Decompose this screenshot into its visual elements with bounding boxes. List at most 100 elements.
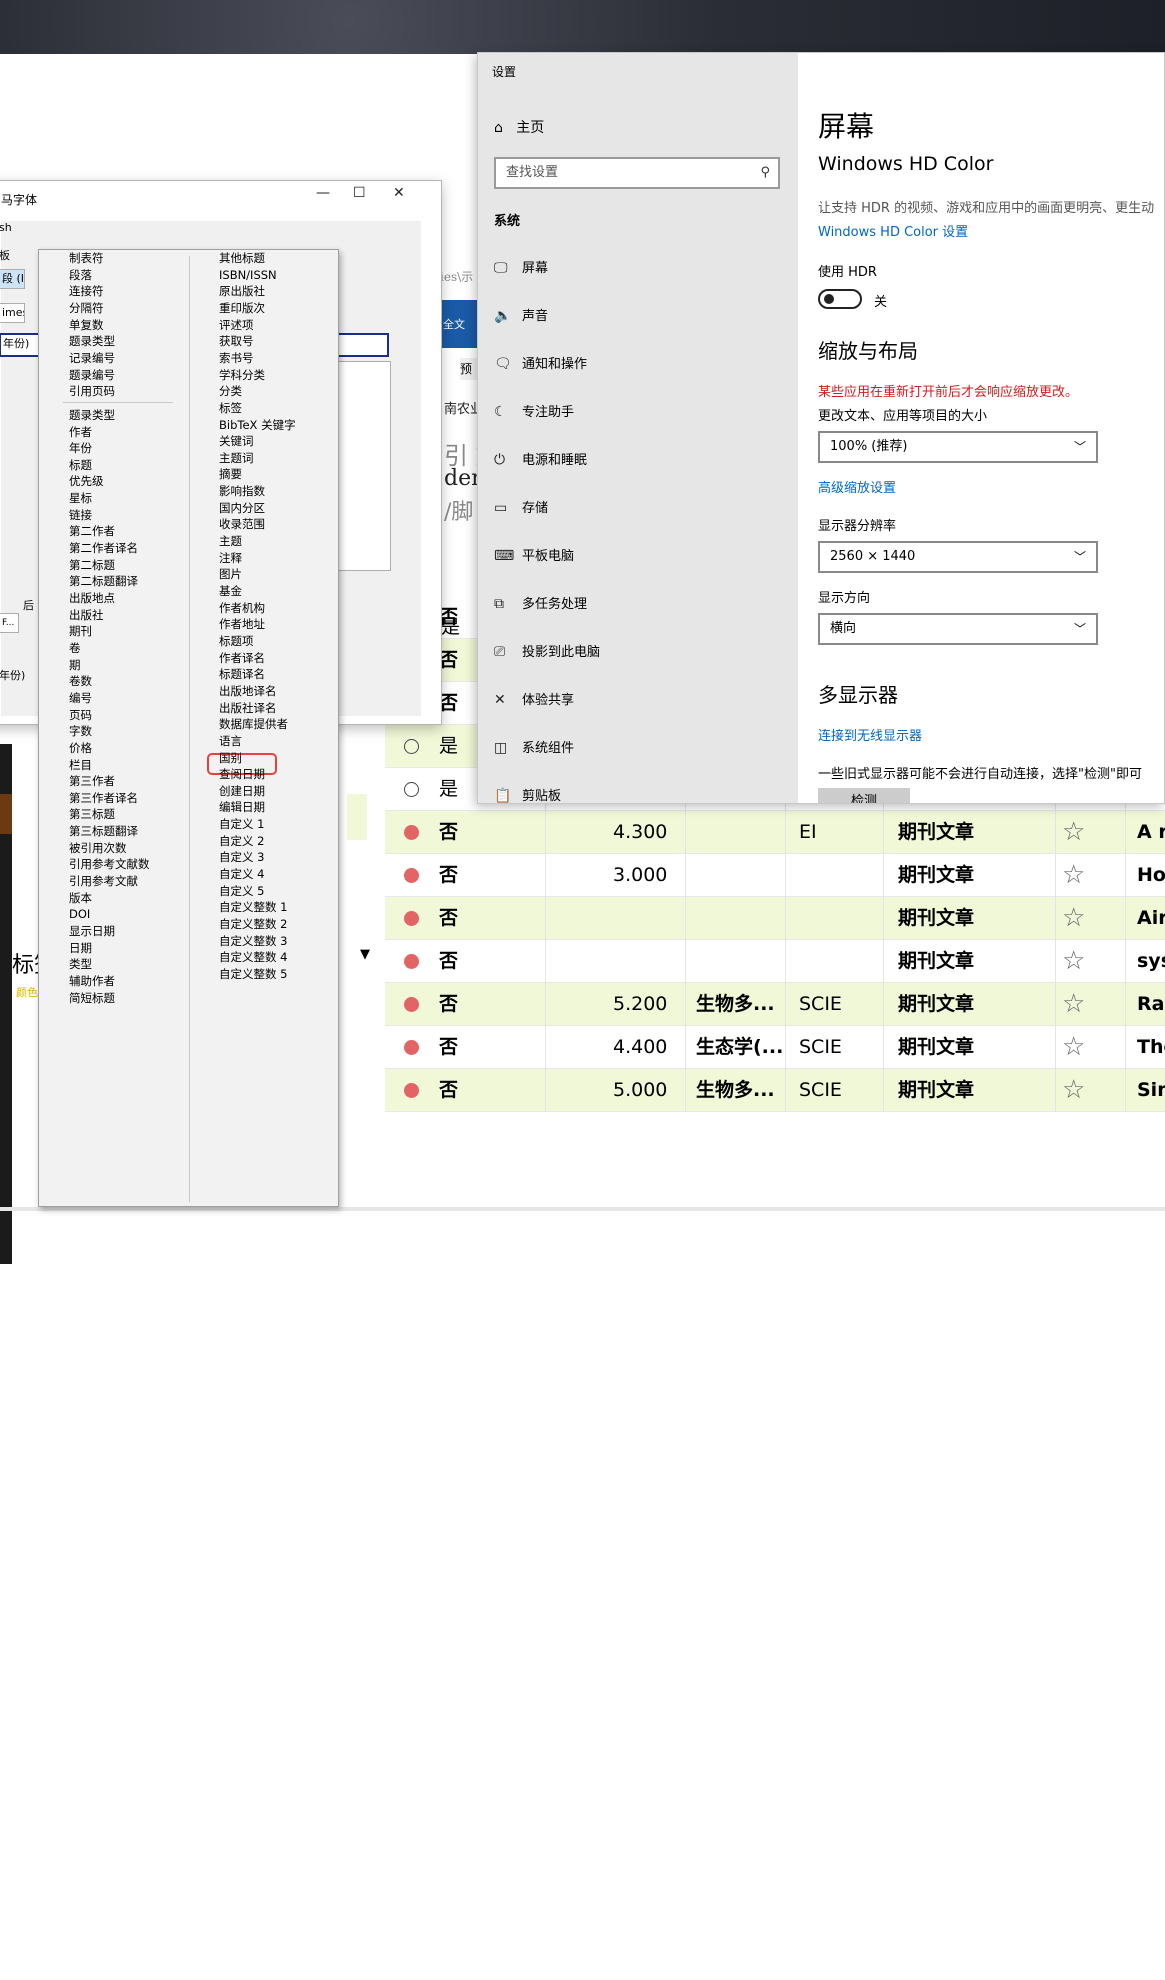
selected-item[interactable]: 段 (I): [0, 269, 25, 289]
field-option[interactable]: 栏目: [69, 758, 92, 772]
field-option[interactable]: 第二作者译名: [69, 541, 138, 555]
fulltext-button[interactable]: 全文: [440, 300, 480, 348]
field-option[interactable]: 评述项: [219, 318, 254, 332]
field-option[interactable]: 期刊: [69, 624, 92, 638]
field-option[interactable]: 自定义整数 2: [219, 917, 287, 931]
field-option[interactable]: 类型: [69, 957, 92, 971]
field-option[interactable]: 卷: [69, 641, 81, 655]
nav-item-storage[interactable]: ▭ 存储: [494, 497, 548, 519]
field-option[interactable]: 作者译名: [219, 651, 265, 665]
field-option[interactable]: 期: [69, 658, 81, 672]
nav-item-moon[interactable]: ☾ 专注助手: [494, 401, 574, 423]
field-option[interactable]: 收录范围: [219, 517, 265, 531]
field-option[interactable]: 原出版社: [219, 284, 265, 298]
nav-item-speaker[interactable]: 🔈 声音: [494, 305, 548, 327]
field-option[interactable]: 自定义 5: [219, 884, 264, 898]
field-option[interactable]: 单复数: [69, 318, 104, 332]
field-option[interactable]: 主题: [219, 534, 242, 548]
field-option[interactable]: 第三作者: [69, 774, 115, 788]
nav-item-tablet[interactable]: ⌨ 平板电脑: [494, 545, 574, 567]
field-option[interactable]: 标签: [219, 401, 242, 415]
field-option[interactable]: 出版社译名: [219, 701, 277, 715]
f-button[interactable]: F...: [0, 613, 19, 633]
scale-select[interactable]: 100% (推荐) ﹀: [818, 431, 1098, 463]
field-option[interactable]: 分类: [219, 384, 242, 398]
field-option[interactable]: 标题: [69, 458, 92, 472]
field-option[interactable]: DOI: [69, 907, 90, 921]
field-option[interactable]: 作者地址: [219, 617, 265, 631]
nav-item-share[interactable]: ✕ 体验共享: [494, 689, 574, 711]
table-row[interactable]: 否 4.400 生态学(... SCIE 期刊文章 The ☆: [385, 1026, 1165, 1069]
star-icon[interactable]: ☆: [1062, 948, 1085, 974]
nav-item-clipboard[interactable]: 📋 剪贴板: [494, 785, 561, 803]
field-option[interactable]: 简短标题: [69, 991, 115, 1005]
maximize-icon[interactable]: ☐: [353, 185, 366, 201]
tab-label[interactable]: sh: [0, 221, 12, 234]
field-option[interactable]: 编号: [69, 691, 92, 705]
field-option[interactable]: 优先级: [69, 474, 104, 488]
star-icon[interactable]: ☆: [1062, 1034, 1085, 1060]
field-option[interactable]: 引用参考文献: [69, 874, 138, 888]
nav-item-power[interactable]: ⏻ 电源和睡眠: [494, 449, 587, 471]
field-option[interactable]: 日期: [69, 941, 92, 955]
nav-item-notification[interactable]: 🗨 通知和操作: [494, 353, 587, 375]
field-option[interactable]: 自定义整数 1: [219, 900, 287, 914]
field-option[interactable]: 引用页码: [69, 384, 115, 398]
advanced-scaling-link[interactable]: 高级缩放设置: [818, 477, 896, 496]
nav-item-project[interactable]: ⎚ 投影到此电脑: [494, 641, 600, 663]
field-option[interactable]: 记录编号: [69, 351, 115, 365]
field-option[interactable]: 自定义 4: [219, 867, 264, 881]
field-option[interactable]: 第二标题: [69, 558, 115, 572]
field-option[interactable]: 卷数: [69, 674, 92, 688]
field-option[interactable]: 国别: [219, 751, 242, 765]
field-option[interactable]: 题录类型: [69, 334, 115, 348]
table-row[interactable]: 否 期刊文章 Air ☆: [385, 897, 1165, 940]
search-icon[interactable]: ⚲: [760, 159, 770, 187]
field-option[interactable]: 第三标题: [69, 807, 115, 821]
field-option[interactable]: 被引用次数: [69, 841, 127, 855]
table-row[interactable]: 否 5.200 生物多... SCIE 期刊文章 Ra ☆: [385, 983, 1165, 1026]
field-option[interactable]: 出版地点: [69, 591, 115, 605]
field-option[interactable]: 出版社: [69, 608, 104, 622]
field-option[interactable]: 链接: [69, 508, 92, 522]
field-option[interactable]: 数据库提供者: [219, 717, 288, 731]
nav-item-multitask[interactable]: ⧉ 多任务处理: [494, 593, 587, 615]
field-option[interactable]: 引用参考文献数: [69, 857, 150, 871]
field-option[interactable]: 其他标题: [219, 251, 265, 265]
wireless-display-link[interactable]: 连接到无线显示器: [818, 725, 922, 744]
star-icon[interactable]: ☆: [1062, 905, 1085, 931]
field-option[interactable]: 图片: [219, 567, 242, 581]
field-option[interactable]: 显示日期: [69, 924, 115, 938]
field-option[interactable]: 版本: [69, 891, 92, 905]
detect-button[interactable]: 检测: [818, 788, 910, 803]
settings-search-input[interactable]: 查找设置 ⚲: [494, 157, 780, 189]
field-option[interactable]: 国内分区: [219, 501, 265, 515]
field-option[interactable]: 影响指数: [219, 484, 265, 498]
resolution-select[interactable]: 2560 × 1440 ﹀: [818, 541, 1098, 573]
field-option[interactable]: 价格: [69, 741, 92, 755]
field-option[interactable]: 第二标题翻译: [69, 574, 138, 588]
field-option[interactable]: 题录类型: [69, 408, 115, 422]
field-option[interactable]: 编辑日期: [219, 800, 265, 814]
field-option[interactable]: 辅助作者: [69, 974, 115, 988]
home-nav[interactable]: ⌂ 主页: [494, 117, 544, 137]
field-option[interactable]: 段落: [69, 268, 92, 282]
field-option[interactable]: 作者: [69, 425, 92, 439]
field-option[interactable]: 自定义整数 4: [219, 950, 287, 964]
field-option[interactable]: ISBN/ISSN: [219, 268, 277, 282]
minimize-icon[interactable]: —: [316, 185, 330, 201]
table-row[interactable]: 否 4.300 EI 期刊文章 A r ☆: [385, 811, 1165, 854]
field-option[interactable]: 自定义 2: [219, 834, 264, 848]
field-option[interactable]: 第三标题翻译: [69, 824, 138, 838]
field-option[interactable]: 作者机构: [219, 601, 265, 615]
field-option[interactable]: 摘要: [219, 467, 242, 481]
field-option[interactable]: 标题项: [219, 634, 254, 648]
star-icon[interactable]: ☆: [1062, 991, 1085, 1017]
nav-item-monitor[interactable]: 🖵 屏幕: [494, 257, 548, 279]
field-option[interactable]: 制表符: [69, 251, 104, 265]
field-option[interactable]: 自定义整数 5: [219, 967, 287, 981]
collapse-arrow-icon[interactable]: ▼: [360, 947, 370, 962]
field-option[interactable]: 创建日期: [219, 784, 265, 798]
orientation-select[interactable]: 横向 ﹀: [818, 613, 1098, 645]
field-option[interactable]: 索书号: [219, 351, 254, 365]
